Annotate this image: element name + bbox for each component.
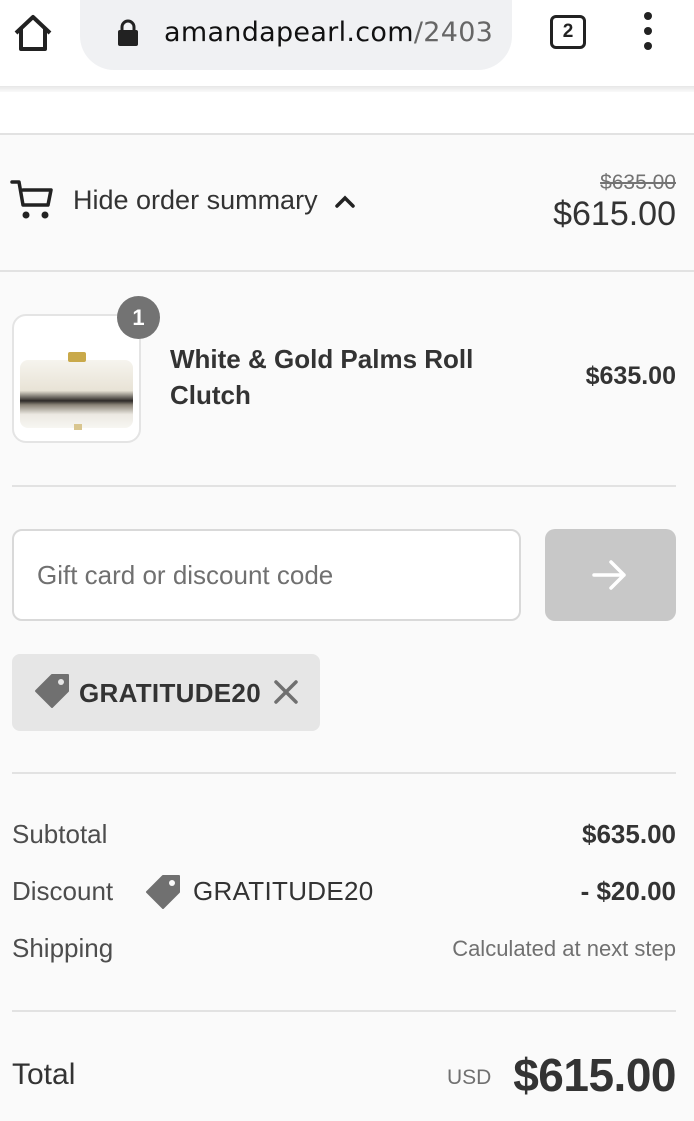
arrow-right-icon [592, 560, 626, 590]
subtotal-label: Subtotal [12, 819, 108, 849]
quantity-badge: 1 [117, 296, 160, 339]
clutch-image [20, 352, 133, 430]
cart-icon [10, 180, 53, 219]
url-text: amandapearl.com/240395 [164, 17, 492, 48]
divider [12, 772, 676, 774]
address-bar[interactable]: amandapearl.com/240395 [80, 0, 512, 70]
apply-discount-button[interactable] [545, 529, 676, 621]
grand-total: $615.00 [513, 1049, 676, 1101]
home-icon[interactable] [12, 12, 54, 54]
summary-total-price: $615.00 [553, 195, 676, 233]
divider [0, 270, 694, 272]
product-price: $635.00 [585, 362, 676, 390]
shipping-value: Calculated at next step [452, 936, 676, 961]
more-vert-icon[interactable] [636, 12, 660, 56]
lock-icon [118, 19, 138, 46]
browser-toolbar: amandapearl.com/240395 2 [0, 0, 694, 88]
subtotal-value: $635.00 [582, 819, 676, 849]
url-path: /240395 [413, 17, 492, 48]
url-domain: amandapearl.com [164, 17, 414, 48]
tab-switcher-button[interactable]: 2 [550, 15, 586, 49]
shipping-label: Shipping [12, 933, 114, 963]
total-label: Total [12, 1058, 76, 1091]
tag-icon [146, 875, 180, 909]
applied-discount-code: GRATITUDE20 [79, 678, 261, 708]
product-name: White & Gold Palms Roll Clutch [170, 344, 474, 410]
applied-discount-chip: GRATITUDE20 [12, 654, 320, 731]
divider [12, 485, 676, 487]
discount-label: Discount [12, 876, 114, 906]
chevron-up-icon [335, 195, 355, 208]
currency-code: USD [447, 1066, 492, 1089]
order-summary-toggle-label[interactable]: Hide order summary [73, 185, 318, 216]
discount-code-input[interactable] [12, 529, 521, 621]
compare-at-price: $635.00 [600, 171, 676, 194]
discount-code: GRATITUDE20 [193, 876, 374, 906]
discount-value: - $20.00 [580, 876, 676, 906]
divider [12, 1010, 676, 1012]
page-header-remnant [0, 92, 694, 133]
product-image [12, 314, 141, 443]
close-icon[interactable] [272, 678, 300, 706]
tag-icon [35, 674, 69, 708]
